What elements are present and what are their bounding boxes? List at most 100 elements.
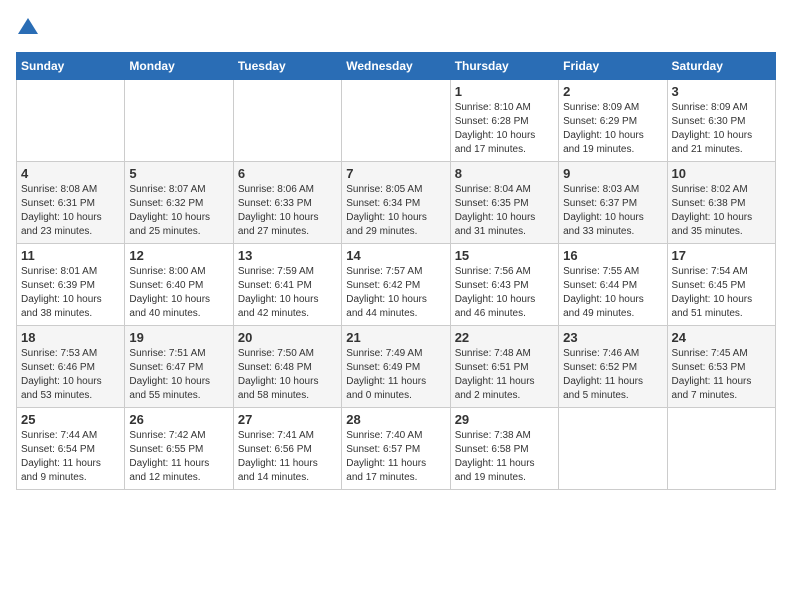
calendar-cell: 15 Sunrise: 7:56 AM Sunset: 6:43 PM Dayli… [450,244,558,326]
calendar-cell [342,80,450,162]
day-number: 18 [21,330,120,345]
weekday-header-wednesday: Wednesday [342,53,450,80]
day-info: Sunrise: 7:40 AM Sunset: 6:57 PM Dayligh… [346,429,445,485]
day-number: 27 [238,412,337,427]
calendar-cell: 4 Sunrise: 8:08 AM Sunset: 6:31 PM Daylig… [17,162,125,244]
day-number: 19 [129,330,228,345]
day-number: 23 [563,330,662,345]
calendar-cell: 26Sunrise: 7:42 AM Sunset: 6:55 PM Dayli… [125,408,233,490]
day-info: Sunrise: 7:48 AM Sunset: 6:51 PM Dayligh… [455,347,554,403]
day-info: Sunrise: 7:50 AM Sunset: 6:48 PM Dayligh… [238,347,337,403]
day-info: Sunrise: 8:08 AM Sunset: 6:31 PM Dayligh… [21,183,120,239]
day-info: Sunrise: 8:05 AM Sunset: 6:34 PM Dayligh… [346,183,445,239]
calendar-cell: 20 Sunrise: 7:50 AM Sunset: 6:48 PM Dayli… [233,326,341,408]
weekday-header-saturday: Saturday [667,53,775,80]
day-info: Sunrise: 8:09 AM Sunset: 6:30 PM Dayligh… [672,101,771,157]
day-info: Sunrise: 7:41 AM Sunset: 6:56 PM Dayligh… [238,429,337,485]
day-info: Sunrise: 7:53 AM Sunset: 6:46 PM Dayligh… [21,347,120,403]
day-number: 10 [672,166,771,181]
day-info: Sunrise: 7:44 AM Sunset: 6:54 PM Dayligh… [21,429,120,485]
calendar-cell: 28 Sunrise: 7:40 AM Sunset: 6:57 PM Dayli… [342,408,450,490]
day-number: 3 [672,84,771,99]
day-number: 8 [455,166,554,181]
day-number: 17 [672,248,771,263]
calendar-cell: 7 Sunrise: 8:05 AM Sunset: 6:34 PM Daylig… [342,162,450,244]
calendar-cell: 23 Sunrise: 7:46 AM Sunset: 6:52 PM Dayli… [559,326,667,408]
calendar-cell: 8 Sunrise: 8:04 AM Sunset: 6:35 PM Daylig… [450,162,558,244]
weekday-header-monday: Monday [125,53,233,80]
day-info: Sunrise: 7:46 AM Sunset: 6:52 PM Dayligh… [563,347,662,403]
calendar-cell [233,80,341,162]
header [16,16,776,40]
day-info: Sunrise: 7:54 AM Sunset: 6:45 PM Dayligh… [672,265,771,321]
day-number: 1 [455,84,554,99]
weekday-header-sunday: Sunday [17,53,125,80]
calendar-cell [17,80,125,162]
calendar-cell: 18 Sunrise: 7:53 AM Sunset: 6:46 PM Dayli… [17,326,125,408]
calendar-cell: 6 Sunrise: 8:06 AM Sunset: 6:33 PM Daylig… [233,162,341,244]
calendar-table: SundayMondayTuesdayWednesdayThursdayFrid… [16,52,776,490]
day-info: Sunrise: 7:56 AM Sunset: 6:43 PM Dayligh… [455,265,554,321]
calendar-cell: 21 Sunrise: 7:49 AM Sunset: 6:49 PM Dayli… [342,326,450,408]
day-number: 9 [563,166,662,181]
day-number: 2 [563,84,662,99]
day-info: Sunrise: 8:04 AM Sunset: 6:35 PM Dayligh… [455,183,554,239]
day-number: 6 [238,166,337,181]
calendar-cell: 3 Sunrise: 8:09 AM Sunset: 6:30 PM Daylig… [667,80,775,162]
calendar-cell: 13 Sunrise: 7:59 AM Sunset: 6:41 PM Dayli… [233,244,341,326]
calendar-cell: 10 Sunrise: 8:02 AM Sunset: 6:38 PM Dayli… [667,162,775,244]
calendar-cell: 14 Sunrise: 7:57 AM Sunset: 6:42 PM Dayli… [342,244,450,326]
day-number: 4 [21,166,120,181]
day-info: Sunrise: 8:09 AM Sunset: 6:29 PM Dayligh… [563,101,662,157]
day-info: Sunrise: 7:38 AM Sunset: 6:58 PM Dayligh… [455,429,554,485]
day-number: 29 [455,412,554,427]
day-info: Sunrise: 8:07 AM Sunset: 6:32 PM Dayligh… [129,183,228,239]
calendar-cell: 11 Sunrise: 8:01 AM Sunset: 6:39 PM Dayli… [17,244,125,326]
day-number: 28 [346,412,445,427]
day-info: Sunrise: 8:02 AM Sunset: 6:38 PM Dayligh… [672,183,771,239]
calendar-cell: 5 Sunrise: 8:07 AM Sunset: 6:32 PM Daylig… [125,162,233,244]
day-info: Sunrise: 8:01 AM Sunset: 6:39 PM Dayligh… [21,265,120,321]
calendar-cell: 22 Sunrise: 7:48 AM Sunset: 6:51 PM Dayli… [450,326,558,408]
day-info: Sunrise: 8:06 AM Sunset: 6:33 PM Dayligh… [238,183,337,239]
day-number: 16 [563,248,662,263]
calendar-cell [559,408,667,490]
day-info: Sunrise: 8:03 AM Sunset: 6:37 PM Dayligh… [563,183,662,239]
calendar-cell: 1Sunrise: 8:10 AM Sunset: 6:28 PM Daylig… [450,80,558,162]
day-number: 11 [21,248,120,263]
day-info: Sunrise: 7:55 AM Sunset: 6:44 PM Dayligh… [563,265,662,321]
calendar-cell: 9 Sunrise: 8:03 AM Sunset: 6:37 PM Daylig… [559,162,667,244]
day-info: Sunrise: 7:57 AM Sunset: 6:42 PM Dayligh… [346,265,445,321]
day-info: Sunrise: 7:51 AM Sunset: 6:47 PM Dayligh… [129,347,228,403]
day-number: 5 [129,166,228,181]
day-info: Sunrise: 8:00 AM Sunset: 6:40 PM Dayligh… [129,265,228,321]
day-number: 12 [129,248,228,263]
day-number: 20 [238,330,337,345]
weekday-header-thursday: Thursday [450,53,558,80]
day-number: 24 [672,330,771,345]
day-info: Sunrise: 7:45 AM Sunset: 6:53 PM Dayligh… [672,347,771,403]
calendar-cell: 19 Sunrise: 7:51 AM Sunset: 6:47 PM Dayli… [125,326,233,408]
day-number: 22 [455,330,554,345]
weekday-header-friday: Friday [559,53,667,80]
calendar-cell: 12 Sunrise: 8:00 AM Sunset: 6:40 PM Dayli… [125,244,233,326]
day-number: 14 [346,248,445,263]
day-info: Sunrise: 7:42 AM Sunset: 6:55 PM Dayligh… [129,429,228,485]
day-number: 21 [346,330,445,345]
calendar-cell: 29 Sunrise: 7:38 AM Sunset: 6:58 PM Dayli… [450,408,558,490]
calendar-cell [125,80,233,162]
day-number: 13 [238,248,337,263]
calendar-cell: 27 Sunrise: 7:41 AM Sunset: 6:56 PM Dayli… [233,408,341,490]
day-number: 15 [455,248,554,263]
day-number: 7 [346,166,445,181]
day-number: 25 [21,412,120,427]
calendar-cell: 25 Sunrise: 7:44 AM Sunset: 6:54 PM Dayli… [17,408,125,490]
day-info: Sunrise: 7:49 AM Sunset: 6:49 PM Dayligh… [346,347,445,403]
calendar-cell: 16 Sunrise: 7:55 AM Sunset: 6:44 PM Dayli… [559,244,667,326]
calendar-cell [667,408,775,490]
calendar-cell: 17 Sunrise: 7:54 AM Sunset: 6:45 PM Dayli… [667,244,775,326]
day-info: Sunrise: 7:59 AM Sunset: 6:41 PM Dayligh… [238,265,337,321]
weekday-header-tuesday: Tuesday [233,53,341,80]
calendar-cell: 24 Sunrise: 7:45 AM Sunset: 6:53 PM Dayli… [667,326,775,408]
logo-icon [16,16,40,40]
